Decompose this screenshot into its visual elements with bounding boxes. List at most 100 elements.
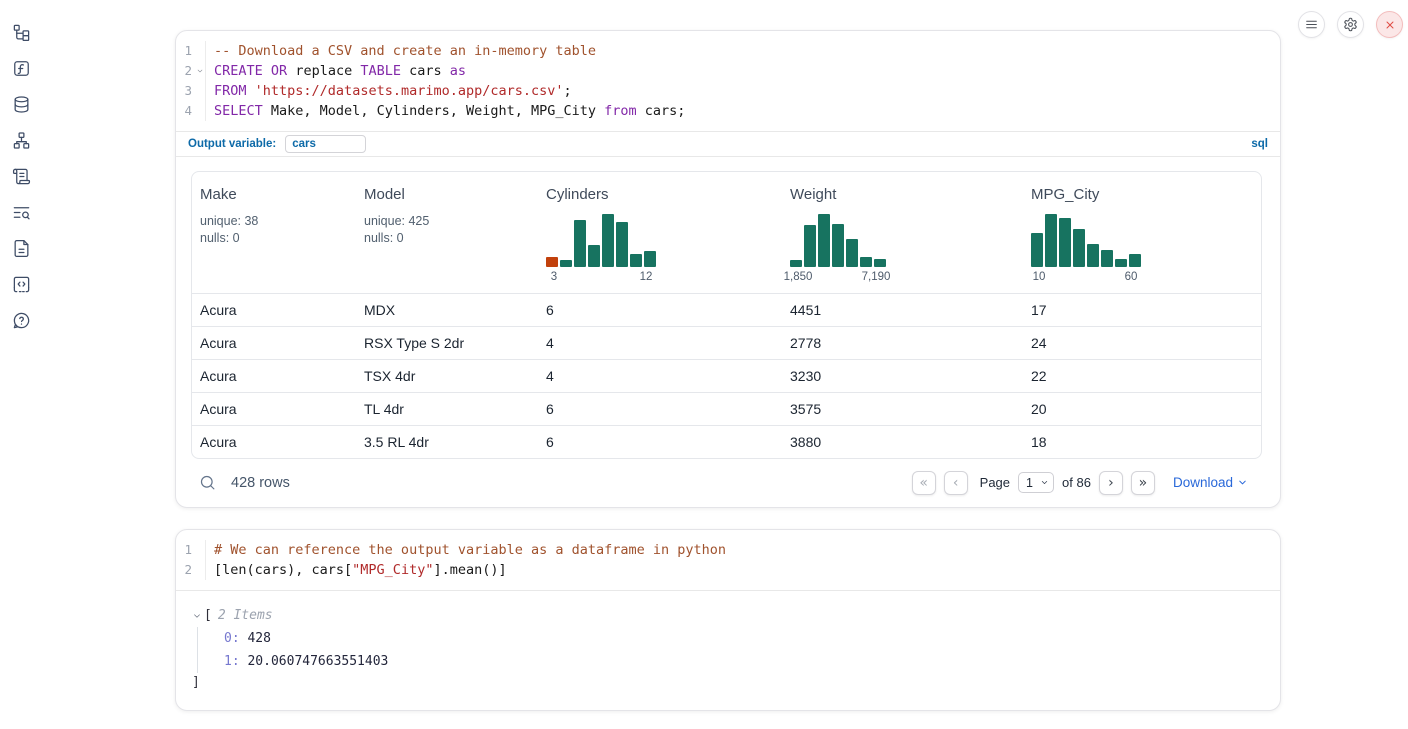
- row-count: 428 rows: [231, 475, 290, 491]
- cylinders-histogram[interactable]: 312: [546, 214, 656, 285]
- cell-model: MDX: [356, 302, 538, 318]
- gear-icon: [1343, 17, 1358, 32]
- close-bracket: ]: [192, 673, 1264, 693]
- code-line[interactable]: 3 FROM 'https://datasets.marimo.app/cars…: [176, 81, 1280, 101]
- prev-page-button[interactable]: ‹: [944, 471, 968, 495]
- hist-max-label: 60: [1125, 271, 1138, 283]
- mpg-city-histogram[interactable]: 1060: [1031, 214, 1141, 285]
- column-title: Model: [364, 186, 530, 204]
- sql-cell: 1 -- Download a CSV and create an in-mem…: [175, 30, 1281, 508]
- column-title: Make: [200, 186, 348, 204]
- cell-mpg-city: 22: [1023, 368, 1261, 384]
- code-line[interactable]: 1 -- Download a CSV and create an in-mem…: [176, 41, 1280, 61]
- python-editor[interactable]: 1 # We can reference the output variable…: [176, 530, 1280, 590]
- fold-chevron-icon[interactable]: [194, 61, 205, 81]
- cell-make: Acura: [192, 368, 356, 384]
- cell-mpg-city: 18: [1023, 434, 1261, 450]
- cell-make: Acura: [192, 302, 356, 318]
- cell-model: TL 4dr: [356, 401, 538, 417]
- cell-cylinders: 6: [538, 401, 782, 417]
- column-header-make[interactable]: Make unique: 38 nulls: 0: [192, 172, 356, 293]
- code-line[interactable]: 2 CREATE OR replace TABLE cars as: [176, 61, 1280, 81]
- weight-histogram[interactable]: 1,8507,190: [790, 214, 886, 285]
- search-button[interactable]: [199, 474, 216, 491]
- document-icon[interactable]: [8, 235, 34, 261]
- column-header-mpg-city[interactable]: MPG_City 1060: [1023, 172, 1261, 293]
- output-variable-label: Output variable:: [188, 138, 276, 150]
- code-line[interactable]: 4 SELECT Make, Model, Cylinders, Weight,…: [176, 101, 1280, 121]
- output-variable-input[interactable]: [285, 135, 366, 153]
- cell-make: Acura: [192, 401, 356, 417]
- chevron-down-icon: [1040, 478, 1049, 487]
- language-badge: sql: [1251, 138, 1268, 150]
- cell-model: TSX 4dr: [356, 368, 538, 384]
- page-label: Page: [980, 475, 1010, 490]
- code-line[interactable]: 2 [len(cars), cars["MPG_City"].mean()]: [176, 560, 1280, 580]
- search-list-icon[interactable]: [8, 199, 34, 225]
- table-header: Make unique: 38 nulls: 0 Model unique: 4…: [192, 172, 1261, 293]
- column-header-cylinders[interactable]: Cylinders 312: [538, 172, 782, 293]
- line-number: 1: [176, 41, 194, 61]
- column-title: Weight: [790, 186, 1015, 204]
- sql-editor[interactable]: 1 -- Download a CSV and create an in-mem…: [176, 31, 1280, 131]
- collapse-chevron-icon[interactable]: [192, 611, 202, 621]
- line-number: 2: [176, 61, 194, 81]
- cell-make: Acura: [192, 434, 356, 450]
- last-page-button[interactable]: »: [1131, 471, 1155, 495]
- close-icon: [1384, 19, 1396, 31]
- cell-cylinders: 4: [538, 368, 782, 384]
- code-text: CREATE OR replace TABLE cars as: [206, 61, 466, 81]
- next-page-button[interactable]: ›: [1099, 471, 1123, 495]
- open-bracket: [: [204, 605, 212, 627]
- download-label: Download: [1173, 475, 1233, 490]
- table-row[interactable]: Acura TL 4dr 6 3575 20: [192, 392, 1261, 425]
- hist-min-label: 3: [551, 271, 557, 283]
- table-row[interactable]: Acura TSX 4dr 4 3230 22: [192, 359, 1261, 392]
- code-line[interactable]: 1 # We can reference the output variable…: [176, 540, 1280, 560]
- column-title: Cylinders: [546, 186, 774, 204]
- line-number: 2: [176, 560, 194, 580]
- page-of-label: of 86: [1062, 475, 1091, 490]
- shutdown-button[interactable]: [1376, 11, 1403, 38]
- marimo-notebook: 1 -- Download a CSV and create an in-mem…: [0, 0, 1408, 729]
- cell-weight: 3575: [782, 401, 1023, 417]
- code-text: # We can reference the output variable a…: [206, 540, 726, 560]
- database-icon[interactable]: [8, 91, 34, 117]
- function-icon[interactable]: [8, 55, 34, 81]
- column-header-model[interactable]: Model unique: 425 nulls: 0: [356, 172, 538, 293]
- column-stats: unique: 425 nulls: 0: [364, 213, 530, 246]
- cell-weight: 2778: [782, 335, 1023, 351]
- cell-model: 3.5 RL 4dr: [356, 434, 538, 450]
- topbar-actions: [1298, 11, 1403, 38]
- code-text: -- Download a CSV and create an in-memor…: [206, 41, 596, 61]
- cell-weight: 3880: [782, 434, 1023, 450]
- cell-cylinders: 6: [538, 434, 782, 450]
- logs-icon[interactable]: [8, 163, 34, 189]
- helper-sidebar: [8, 19, 36, 333]
- tree-entries: 0: 428 1: 20.060747663551403: [197, 627, 1264, 673]
- menu-icon: [1305, 18, 1318, 31]
- menu-button[interactable]: [1298, 11, 1325, 38]
- table-row[interactable]: Acura RSX Type S 2dr 4 2778 24: [192, 326, 1261, 359]
- download-button[interactable]: Download: [1173, 475, 1248, 490]
- chevron-down-icon: [1237, 477, 1248, 488]
- table-row[interactable]: Acura MDX 6 4451 17: [192, 293, 1261, 326]
- sql-output-area: Make unique: 38 nulls: 0 Model unique: 4…: [176, 157, 1280, 506]
- help-icon[interactable]: [8, 307, 34, 333]
- cell-mpg-city: 17: [1023, 302, 1261, 318]
- settings-button[interactable]: [1337, 11, 1364, 38]
- column-title: MPG_City: [1031, 186, 1253, 204]
- list-item: 0: 428: [224, 627, 1264, 650]
- dependency-graph-icon[interactable]: [8, 127, 34, 153]
- line-number: 1: [176, 540, 194, 560]
- snippets-icon[interactable]: [8, 271, 34, 297]
- cell-weight: 4451: [782, 302, 1023, 318]
- output-variable-bar: Output variable: sql: [176, 131, 1280, 157]
- file-tree-icon[interactable]: [8, 19, 34, 45]
- column-header-weight[interactable]: Weight 1,8507,190: [782, 172, 1023, 293]
- first-page-button[interactable]: «: [912, 471, 936, 495]
- table-row[interactable]: Acura 3.5 RL 4dr 6 3880 18: [192, 425, 1261, 458]
- page-value: 1: [1026, 476, 1033, 490]
- data-table: Make unique: 38 nulls: 0 Model unique: 4…: [191, 171, 1262, 459]
- page-select[interactable]: 1: [1018, 472, 1054, 493]
